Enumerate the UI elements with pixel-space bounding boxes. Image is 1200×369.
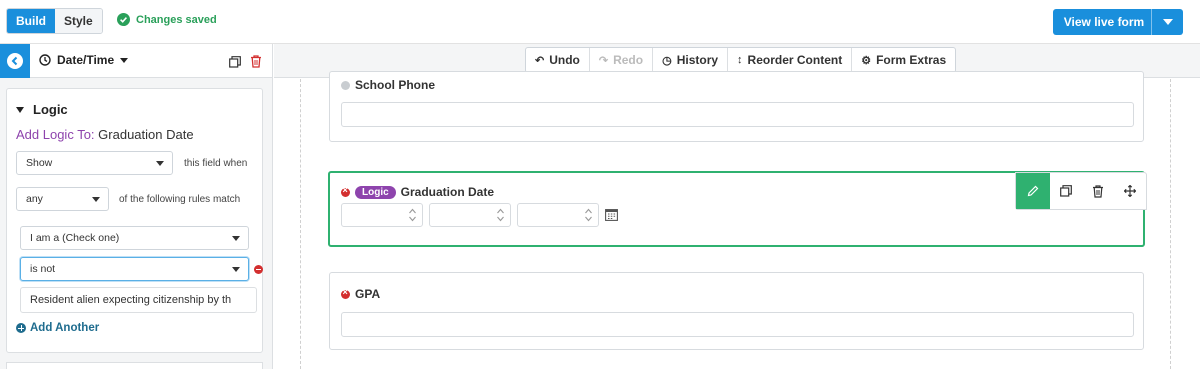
rule-operator-select[interactable]: is not xyxy=(20,257,249,281)
remove-rule-icon[interactable] xyxy=(254,265,263,274)
next-section xyxy=(6,362,263,369)
logic-section: Logic Add Logic To: Graduation Date Show… xyxy=(6,88,263,353)
year-select[interactable] xyxy=(517,203,599,227)
logic-badge: Logic xyxy=(355,185,396,199)
field-type-selector[interactable]: Date/Time xyxy=(39,53,134,67)
required-indicator-icon xyxy=(341,185,350,197)
action-select-value: Show xyxy=(26,157,53,169)
duplicate-icon[interactable] xyxy=(229,56,241,68)
logic-field-name: Graduation Date xyxy=(98,127,194,142)
caret-down-icon xyxy=(92,197,100,202)
action-suffix: this field when xyxy=(184,158,248,169)
caret-down-icon xyxy=(156,161,164,166)
plus-circle-icon xyxy=(16,323,26,333)
move-icon[interactable] xyxy=(1114,173,1146,209)
action-select[interactable]: Show xyxy=(16,151,173,175)
gpa-input[interactable] xyxy=(341,312,1134,337)
day-select[interactable] xyxy=(429,203,511,227)
field-label-text: GPA xyxy=(355,287,381,301)
field-actions xyxy=(1015,172,1147,210)
spinner-icon xyxy=(585,208,592,222)
field-label: GPA xyxy=(341,287,380,301)
month-select[interactable] xyxy=(341,203,423,227)
redo-label: Redo xyxy=(613,53,644,67)
tab-build[interactable]: Build xyxy=(7,9,55,33)
undo-icon: ↶ xyxy=(535,54,545,67)
optional-indicator-icon xyxy=(341,80,350,90)
add-another-rule-button[interactable]: Add Another xyxy=(16,322,99,334)
edit-icon[interactable] xyxy=(1016,173,1050,209)
spinner-icon xyxy=(497,208,504,222)
add-another-label: Add Another xyxy=(30,322,100,334)
rule-value-field[interactable]: Resident alien expecting citizenship by … xyxy=(20,287,257,313)
back-button[interactable] xyxy=(0,44,30,78)
history-button[interactable]: ◷ History xyxy=(653,48,729,72)
field-type-label: Date/Time xyxy=(57,53,115,67)
redo-button[interactable]: ↷ Redo xyxy=(590,48,654,72)
panel-header: Date/Time xyxy=(0,44,272,78)
field-label: Logic Graduation Date xyxy=(341,185,494,199)
field-card-school-phone[interactable]: School Phone xyxy=(329,71,1144,142)
caret-down-icon xyxy=(232,236,240,241)
rule-operator-value: is not xyxy=(30,263,56,275)
field-label-text: Graduation Date xyxy=(400,185,495,199)
match-select-value: any xyxy=(26,193,43,205)
history-label: History xyxy=(676,53,719,67)
reorder-label: Reorder Content xyxy=(747,53,843,67)
calendar-icon[interactable] xyxy=(605,208,618,221)
trash-icon[interactable] xyxy=(1082,173,1114,209)
history-icon: ◷ xyxy=(662,54,672,67)
spinner-icon xyxy=(409,208,416,222)
logic-title: Logic xyxy=(33,102,68,117)
triangle-down-icon xyxy=(16,106,24,113)
field-card-gpa[interactable]: GPA xyxy=(329,272,1144,350)
form-canvas: School Phone Logic Graduation Date xyxy=(274,71,1200,369)
reorder-icon: ↕ xyxy=(737,54,743,66)
field-label: School Phone xyxy=(341,78,435,92)
clock-icon xyxy=(39,54,51,66)
match-select[interactable]: any xyxy=(16,187,109,211)
required-indicator-icon xyxy=(341,287,350,299)
mode-tabs: Build Style xyxy=(6,8,103,34)
rule-field-select[interactable]: I am a (Check one) xyxy=(20,226,249,250)
trash-icon[interactable] xyxy=(250,55,262,68)
field-label-text: School Phone xyxy=(355,78,436,92)
check-circle-icon xyxy=(117,13,130,26)
add-logic-prefix: Add Logic To: xyxy=(16,127,95,142)
toolbar-buttons: ↶ Undo ↷ Redo ◷ History ↕ Reorder Conten… xyxy=(525,47,957,73)
gear-icon: ⚙ xyxy=(861,54,872,67)
chevron-left-icon xyxy=(7,53,23,69)
caret-down-icon xyxy=(120,57,129,63)
top-bar: Build Style Changes saved View live form xyxy=(0,0,1200,44)
school-phone-input[interactable] xyxy=(341,102,1134,127)
save-status-text: Changes saved xyxy=(136,13,217,26)
field-card-graduation-date[interactable]: Logic Graduation Date xyxy=(328,171,1147,247)
undo-button[interactable]: ↶ Undo xyxy=(526,48,590,72)
logic-section-toggle[interactable]: Logic xyxy=(16,102,68,117)
rule-field-value: I am a (Check one) xyxy=(30,232,120,244)
caret-down-icon xyxy=(232,267,240,272)
tab-style[interactable]: Style xyxy=(55,9,102,33)
save-status: Changes saved xyxy=(117,13,217,26)
field-settings-panel: Date/Time Logic Add Logic To: Graduation… xyxy=(0,44,273,369)
redo-icon: ↷ xyxy=(598,54,609,67)
reorder-content-button[interactable]: ↕ Reorder Content xyxy=(728,48,853,72)
view-live-form-label: View live form xyxy=(1063,15,1145,29)
caret-down-icon[interactable] xyxy=(1151,9,1183,35)
form-extras-label: Form Extras xyxy=(876,53,947,67)
duplicate-icon[interactable] xyxy=(1050,173,1082,209)
form-extras-button[interactable]: ⚙ Form Extras xyxy=(852,48,955,72)
add-logic-heading: Add Logic To: Graduation Date xyxy=(16,127,194,142)
match-suffix: of the following rules match xyxy=(119,194,241,205)
undo-label: Undo xyxy=(549,53,580,67)
view-live-form-button[interactable]: View live form xyxy=(1053,9,1183,35)
